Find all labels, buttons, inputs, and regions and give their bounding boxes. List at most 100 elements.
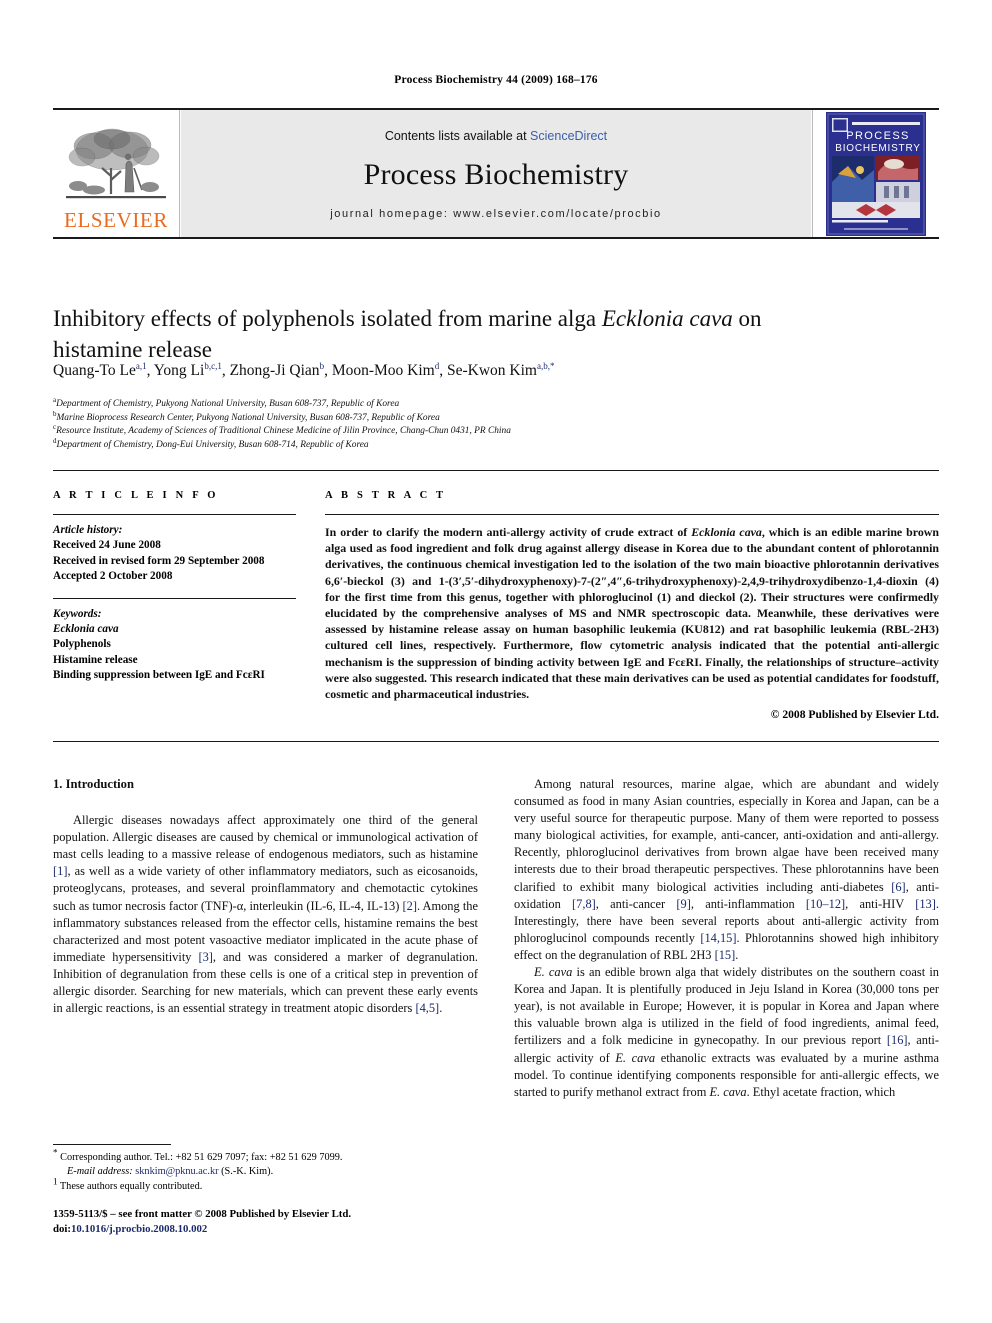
footnote-text: These authors equally contributed. bbox=[59, 1180, 203, 1192]
sciencedirect-link[interactable]: ScienceDirect bbox=[530, 129, 607, 143]
author-item[interactable]: Se-Kwon Kima,b,* bbox=[446, 361, 554, 379]
citation-ref[interactable]: [7,8] bbox=[572, 897, 596, 911]
keywords-block: Keywords: Ecklonia cava Polyphenols Hist… bbox=[53, 607, 296, 684]
svg-text:BIOCHEMISTRY: BIOCHEMISTRY bbox=[835, 143, 921, 154]
article-info-heading: A R T I C L E I N F O bbox=[53, 490, 219, 501]
species-name: E. cava bbox=[534, 965, 573, 980]
abstract-copyright: © 2008 Published by Elsevier Ltd. bbox=[770, 708, 939, 722]
email-link[interactable]: sknkim@pknu.ac.kr bbox=[135, 1166, 218, 1177]
species-name: E. cava bbox=[709, 1084, 747, 1099]
doi-link[interactable]: 10.1016/j.procbio.2008.10.002 bbox=[71, 1223, 207, 1235]
publisher-logo-block: ELSEVIER bbox=[53, 110, 180, 237]
author-name: Quang-To Le bbox=[53, 362, 136, 379]
imprint-block: 1359-5113/$ – see front matter © 2008 Pu… bbox=[53, 1207, 523, 1237]
body-column-left: 1. Introduction Allergic diseases nowada… bbox=[53, 776, 478, 1017]
keyword-item: Binding suppression between IgE and FcεR… bbox=[53, 669, 265, 682]
author-item[interactable]: Zhong-Ji Qianb bbox=[229, 361, 324, 379]
affiliation-list: aDepartment of Chemistry, Pukyong Nation… bbox=[53, 396, 933, 453]
journal-cover-icon: PROCESS BIOCHEMISTRY bbox=[826, 111, 926, 236]
footnote-equal-contribution: 1 These authors equally contributed. bbox=[53, 1177, 478, 1194]
text-run: . bbox=[735, 947, 739, 962]
footnote-block: * Corresponding author. Tel.: +82 51 629… bbox=[53, 1144, 478, 1194]
info-section-bottom-rule bbox=[53, 741, 939, 742]
email-owner: (S.-K. Kim). bbox=[221, 1166, 274, 1178]
text-run: , anti-inflammation bbox=[690, 896, 806, 911]
journal-cover-block: PROCESS BIOCHEMISTRY bbox=[812, 110, 939, 237]
text-run: , anti-cancer bbox=[595, 896, 677, 911]
email-label: E-mail address: bbox=[67, 1166, 133, 1178]
svg-text:PROCESS: PROCESS bbox=[846, 130, 910, 142]
footnote-rule bbox=[53, 1144, 171, 1145]
elsevier-tree-icon bbox=[66, 128, 166, 199]
paragraph: E. cava is an edible brown alga that wid… bbox=[514, 964, 939, 1101]
abstract-part-2: , which is an edible marine brown alga u… bbox=[325, 525, 939, 702]
keyword-item: Histamine release bbox=[53, 653, 138, 666]
citation-ref[interactable]: [10–12] bbox=[806, 897, 845, 911]
author-sep: , bbox=[221, 362, 230, 379]
citation-ref[interactable]: [2] bbox=[403, 899, 417, 913]
text-run: . bbox=[439, 1001, 443, 1016]
citation-ref[interactable]: [15] bbox=[715, 948, 736, 962]
citation-ref[interactable]: [13] bbox=[915, 897, 936, 911]
running-head: Process Biochemistry 44 (2009) 168–176 bbox=[394, 74, 598, 86]
text-run: is an edible brown alga that widely dist… bbox=[514, 965, 940, 1048]
author-sep: , bbox=[146, 362, 154, 379]
page-title: Inhibitory effects of polyphenols isolat… bbox=[53, 303, 853, 365]
author-name: Moon-Moo Kim bbox=[331, 362, 435, 379]
abstract-column: A B S T R A C T In order to clarify the … bbox=[325, 490, 939, 721]
citation-ref[interactable]: [14,15] bbox=[700, 931, 736, 945]
affiliation-text: Resource Institute, Academy of Sciences … bbox=[56, 426, 511, 437]
text-run: , anti-HIV bbox=[845, 896, 916, 911]
keyword-item: Polyphenols bbox=[53, 638, 111, 651]
doi-line: doi:10.1016/j.procbio.2008.10.002 bbox=[53, 1222, 523, 1237]
citation-ref[interactable]: [3] bbox=[198, 950, 212, 964]
citation-ref[interactable]: [9] bbox=[676, 897, 690, 911]
body-column-right: Among natural resources, marine algae, w… bbox=[514, 776, 939, 1101]
keyword-item: Ecklonia cava bbox=[53, 623, 119, 636]
affiliation-text: Department of Chemistry, Pukyong Nationa… bbox=[56, 399, 400, 409]
affiliation-text: Marine Bioprocess Research Center, Pukyo… bbox=[56, 412, 440, 423]
text-run: Among natural resources, marine algae, w… bbox=[514, 777, 939, 894]
journal-article-page: Process Biochemistry 44 (2009) 168–176 E… bbox=[0, 0, 992, 1323]
text-run: Allergic diseases nowadays affect approx… bbox=[53, 813, 478, 862]
species-name: E. cava bbox=[615, 1050, 656, 1065]
article-history-item: Received in revised form 29 September 20… bbox=[53, 554, 265, 567]
contents-prefix: Contents lists available at bbox=[384, 129, 531, 143]
info-section-top-rule bbox=[53, 470, 939, 471]
article-info-rule bbox=[53, 514, 296, 515]
author-sep: , bbox=[324, 362, 332, 379]
title-part-1: Inhibitory effects of polyphenols isolat… bbox=[53, 306, 602, 332]
author-item[interactable]: Moon-Moo Kimd bbox=[331, 361, 439, 379]
footnote-text: Corresponding author. Tel.: +82 51 629 7… bbox=[60, 1152, 343, 1163]
affiliation-item: aDepartment of Chemistry, Pukyong Nation… bbox=[53, 396, 933, 412]
affiliation-item: cResource Institute, Academy of Sciences… bbox=[53, 424, 933, 439]
keywords-rule bbox=[53, 597, 296, 599]
author-name: Zhong-Ji Qian bbox=[229, 362, 320, 379]
author-affil-mark: b,c,1 bbox=[204, 360, 222, 371]
author-item[interactable]: Yong Lib,c,1 bbox=[153, 360, 222, 379]
author-sep: , bbox=[439, 362, 447, 379]
text-run: . Ethyl acetate fraction, which bbox=[746, 1084, 896, 1099]
footnote-mark: * bbox=[53, 1147, 58, 1158]
citation-ref[interactable]: [1] bbox=[53, 864, 67, 878]
article-history-block: Article history: Received 24 June 2008 R… bbox=[53, 523, 296, 585]
citation-ref[interactable]: [6] bbox=[891, 880, 905, 894]
author-item[interactable]: Quang-To Lea,1 bbox=[53, 360, 147, 379]
citation-ref[interactable]: [4,5] bbox=[415, 1001, 439, 1015]
footnote-corresponding-author: * Corresponding author. Tel.: +82 51 629… bbox=[53, 1147, 478, 1180]
article-info-column: A R T I C L E I N F O Article history: R… bbox=[53, 490, 296, 684]
author-name: Yong Li bbox=[153, 362, 205, 379]
author-affil-mark: a,1 bbox=[135, 360, 147, 371]
contents-available-line: Contents lists available at ScienceDirec… bbox=[385, 129, 607, 143]
journal-banner: Contents lists available at ScienceDirec… bbox=[180, 110, 812, 237]
title-species: Ecklonia cava bbox=[601, 306, 733, 332]
author-name: Se-Kwon Kim bbox=[446, 362, 537, 379]
affiliation-item: dDepartment of Chemistry, Dong-Eui Unive… bbox=[53, 437, 933, 453]
publisher-name: ELSEVIER bbox=[64, 208, 168, 232]
journal-homepage-link[interactable]: journal homepage: www.elsevier.com/locat… bbox=[330, 208, 662, 220]
citation-ref[interactable]: [16] bbox=[887, 1033, 908, 1047]
journal-title: Process Biochemistry bbox=[363, 158, 629, 191]
footnote-mark: 1 bbox=[53, 1176, 58, 1187]
abstract-part-1: In order to clarify the modern anti-alle… bbox=[325, 525, 692, 539]
abstract-rule bbox=[325, 514, 939, 515]
